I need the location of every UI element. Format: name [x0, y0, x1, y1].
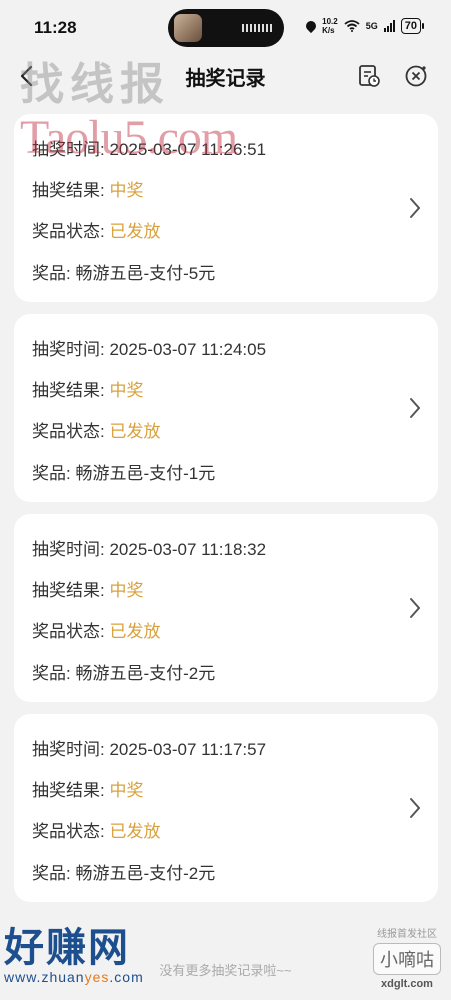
draw-time-label: 抽奖时间:: [32, 340, 105, 359]
prize-value: 畅游五邑-支付-5元: [75, 264, 216, 283]
url-part: .com: [109, 969, 144, 985]
draw-result-label: 抽奖结果:: [32, 781, 105, 800]
prize-state-label: 奖品状态:: [32, 222, 105, 241]
draw-result-label: 抽奖结果:: [32, 381, 105, 400]
document-clock-icon[interactable]: [356, 63, 382, 89]
draw-time-value: 2025-03-07 11:17:57: [109, 740, 267, 759]
prize-state-value: 已发放: [109, 822, 161, 841]
draw-time-label: 抽奖时间:: [32, 740, 105, 759]
prize-state-row: 奖品状态: 已发放: [32, 617, 160, 642]
record-card[interactable]: 抽奖时间: 2025-03-07 11:18:32 抽奖结果: 中奖 奖品状态:…: [14, 514, 438, 702]
prize-label: 奖品:: [32, 664, 71, 683]
battery-indicator: 70: [400, 18, 425, 34]
prize-state-value: 已发放: [109, 422, 161, 441]
prize-state-value: 已发放: [109, 222, 161, 241]
speed-value: 10.2: [322, 17, 338, 26]
draw-time-row: 抽奖时间: 2025-03-07 11:17:57: [32, 735, 266, 760]
prize-state-row: 奖品状态: 已发放: [32, 217, 160, 242]
status-indicators: 10.2 K/s 5G 70: [304, 17, 425, 35]
wifi-icon: [344, 20, 360, 32]
record-card[interactable]: 抽奖时间: 2025-03-07 11:17:57 抽奖结果: 中奖 奖品状态:…: [14, 714, 438, 902]
draw-result-value: 中奖: [109, 381, 144, 400]
watermark-xdglt-tagline: 线报首发社区: [377, 929, 437, 940]
watermark-xdglt-logo: 小嘀咕: [373, 943, 441, 975]
watermark-taolu5: Taolu5.com: [20, 111, 238, 164]
prize-state-row: 奖品状态: 已发放: [32, 417, 160, 442]
watermark-zhaoxianbao: 找线报: [20, 59, 170, 110]
chevron-right-icon: [410, 598, 421, 618]
audio-wave-icon: [242, 24, 274, 32]
draw-time-value: 2025-03-07 11:18:32: [109, 540, 267, 559]
prize-row: 奖品: 畅游五邑-支付-5元: [32, 259, 215, 284]
draw-time-value: 2025-03-07 11:24:05: [109, 340, 267, 359]
chevron-right-icon: [410, 398, 421, 418]
record-list: 抽奖时间: 2025-03-07 11:26:51 抽奖结果: 中奖 奖品状态:…: [14, 114, 438, 914]
network-type: 5G: [365, 21, 378, 31]
draw-result-value: 中奖: [109, 781, 144, 800]
location-icon: [304, 18, 319, 34]
watermark-zhuanyes-url: www.zhuanyes.com: [4, 969, 144, 985]
close-icon[interactable]: [403, 63, 429, 89]
prize-state-label: 奖品状态:: [32, 622, 105, 641]
avatar: [174, 14, 202, 42]
prize-row: 奖品: 畅游五邑-支付-2元: [32, 859, 215, 884]
prize-state-row: 奖品状态: 已发放: [32, 817, 160, 842]
watermark-zhuanyes: 好赚网 www.zhuanyes.com: [4, 915, 144, 985]
record-card[interactable]: 抽奖时间: 2025-03-07 11:24:05 抽奖结果: 中奖 奖品状态:…: [14, 314, 438, 502]
draw-time-label: 抽奖时间:: [32, 540, 105, 559]
draw-result-label: 抽奖结果:: [32, 581, 105, 600]
status-time: 11:28: [34, 18, 77, 37]
chevron-right-icon: [410, 198, 421, 218]
prize-value: 畅游五邑-支付-1元: [75, 464, 216, 483]
prize-value: 畅游五邑-支付-2元: [75, 864, 216, 883]
prize-label: 奖品:: [32, 864, 71, 883]
draw-result-row: 抽奖结果: 中奖: [32, 576, 143, 601]
prize-state-label: 奖品状态:: [32, 822, 105, 841]
prize-row: 奖品: 畅游五邑-支付-1元: [32, 459, 215, 484]
draw-result-label: 抽奖结果:: [32, 181, 105, 200]
prize-state-value: 已发放: [109, 622, 161, 641]
draw-result-row: 抽奖结果: 中奖: [32, 176, 143, 201]
signal-icon: [383, 20, 395, 32]
chevron-right-icon: [410, 798, 421, 818]
url-part: www.zhuan: [4, 969, 85, 985]
speed-unit: K/s: [322, 26, 335, 35]
draw-time-row: 抽奖时间: 2025-03-07 11:18:32: [32, 535, 266, 560]
draw-result-value: 中奖: [109, 581, 144, 600]
network-speed: 10.2 K/s: [322, 17, 338, 35]
dynamic-island: [168, 9, 284, 47]
draw-result-row: 抽奖结果: 中奖: [32, 776, 143, 801]
watermark-xdglt-domain: xdglt.com: [381, 978, 433, 990]
draw-result-value: 中奖: [109, 181, 144, 200]
prize-value: 畅游五邑-支付-2元: [75, 664, 216, 683]
watermark-zhuanyes-title: 好赚网: [4, 925, 130, 971]
draw-result-row: 抽奖结果: 中奖: [32, 376, 143, 401]
prize-row: 奖品: 畅游五邑-支付-2元: [32, 659, 215, 684]
status-bar: 11:28 10.2 K/s 5G 70: [0, 0, 451, 54]
prize-label: 奖品:: [32, 464, 71, 483]
draw-time-row: 抽奖时间: 2025-03-07 11:24:05: [32, 335, 266, 360]
prize-label: 奖品:: [32, 264, 71, 283]
url-part: yes: [84, 969, 110, 985]
prize-state-label: 奖品状态:: [32, 422, 105, 441]
watermark-xdglt: 线报首发社区 小嘀咕 xdglt.com: [373, 925, 441, 990]
